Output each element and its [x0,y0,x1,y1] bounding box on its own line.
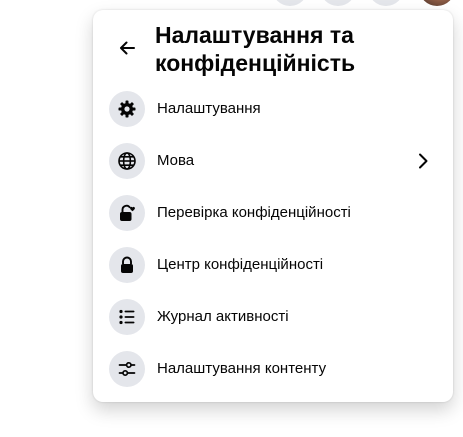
menu-item-activity-log[interactable]: Журнал активності [101,293,445,341]
menu-title: Налаштування та конфіденційність [155,22,356,76]
list-icon [109,299,145,335]
lock-heart-icon [109,195,145,231]
arrow-left-icon [120,41,135,55]
menu-item-label: Мова [157,152,195,169]
menu-item-privacy-center[interactable]: Центр конфіденційності [101,241,445,289]
menu-item-label: Центр конфіденційності [157,256,324,273]
back-button[interactable] [109,30,145,66]
menu-item-language[interactable]: Мова [101,137,445,185]
menu-item-privacy-checkup[interactable]: Перевірка конфіденційності [101,189,445,237]
menu-item-settings[interactable]: Налаштування [101,85,445,133]
lock-icon [109,247,145,283]
nav-button[interactable] [320,0,356,6]
menu-item-label: Журнал активності [157,308,289,325]
menu-item-label: Перевірка конфіденційності [157,204,351,221]
menu-header: Налаштування та конфіденційність [93,10,453,86]
menu-item-content-preferences[interactable]: Налаштування контенту [101,345,445,393]
gear-icon [109,91,145,127]
menu-item-label: Налаштування [157,100,261,117]
nav-button[interactable] [272,0,308,6]
sliders-icon [109,351,145,387]
menu-item-label: Налаштування контенту [157,360,327,377]
nav-button[interactable] [368,0,404,6]
settings-privacy-menu: Налаштування та конфіденційність Налашту… [93,10,453,402]
top-navigation-bar [0,0,463,8]
chevron-right-icon [413,151,433,171]
globe-icon [109,143,145,179]
avatar[interactable] [419,0,455,6]
